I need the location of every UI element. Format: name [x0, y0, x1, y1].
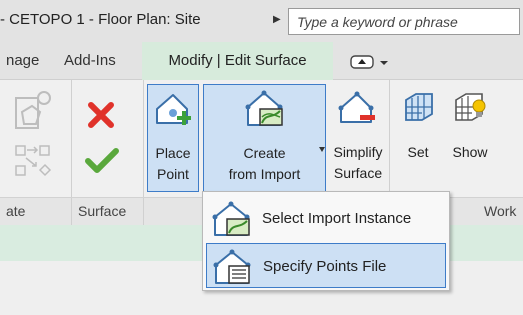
create-from-import-label-2: from Import — [228, 166, 301, 182]
panel-separator — [143, 80, 144, 197]
place-point-button[interactable]: Place Point — [147, 84, 199, 192]
create-from-import-button[interactable]: Create from Import — [203, 84, 326, 192]
panel-label-create: ate — [6, 203, 26, 219]
tab-modify-edit-surface[interactable]: Modify | Edit Surface — [142, 42, 333, 80]
panel-separator — [389, 80, 390, 197]
set-grid-icon — [405, 93, 433, 121]
disabled-tool-icon — [15, 91, 52, 177]
select-import-icon — [212, 201, 250, 236]
menu-item-specify-points-file[interactable]: Specify Points File — [206, 243, 446, 288]
create-from-import-menu: Select Import Instance Specify Points Fi… — [202, 191, 450, 291]
menu-item-select-import-instance[interactable]: Select Import Instance — [206, 196, 446, 241]
panel-separator — [71, 80, 72, 197]
window-title: - CETOPO 1 - Floor Plan: Site — [0, 11, 201, 28]
set-label: Set — [407, 144, 429, 160]
finish-edit-button[interactable] — [84, 146, 120, 176]
tab-add-ins[interactable]: Add-Ins — [64, 42, 116, 80]
simplify-surface-label-2: Surface — [333, 165, 383, 181]
panel-toggle-icon — [350, 55, 388, 69]
set-workplane-button[interactable]: Set — [394, 84, 442, 192]
panel-separator — [71, 198, 72, 225]
caret-right-icon[interactable]: ▶ — [273, 14, 281, 25]
search-input[interactable] — [289, 9, 519, 34]
simplify-surface-icon — [338, 91, 375, 123]
place-point-icon — [156, 94, 191, 125]
create-from-import-label-1: Create — [243, 145, 286, 161]
menu-item-label: Specify Points File — [263, 258, 387, 275]
panel-label-surface: Surface — [78, 203, 127, 219]
search-field[interactable] — [288, 8, 520, 35]
ribbon-panel: Place Point Create from Import Simplify … — [0, 80, 523, 197]
ribbon-tabs: nage Add-Ins Modify | Edit Surface — [0, 42, 523, 80]
cancel-edit-button[interactable] — [84, 98, 118, 132]
place-point-label-2: Point — [157, 166, 189, 182]
place-point-label-1: Place — [155, 145, 191, 161]
cancel-x-icon — [88, 102, 114, 128]
show-workplane-button[interactable]: Show — [444, 84, 496, 192]
show-grid-icon — [455, 93, 486, 121]
panel-toggle-button[interactable] — [345, 52, 395, 72]
show-label: Show — [452, 144, 488, 160]
tab-manage[interactable]: nage — [6, 42, 39, 80]
points-file-icon — [213, 249, 251, 284]
create-from-import-icon — [245, 90, 283, 126]
disabled-tools — [10, 86, 56, 186]
menu-item-label: Select Import Instance — [262, 210, 412, 227]
title-bar: - CETOPO 1 - Floor Plan: Site ▶ — [0, 0, 523, 42]
simplify-surface-button[interactable]: Simplify Surface — [329, 84, 387, 192]
panel-label-work-plane: Work — [484, 203, 517, 219]
finish-checkmark-icon — [85, 148, 119, 173]
dropdown-arrow-icon — [319, 147, 325, 152]
simplify-surface-label-1: Simplify — [333, 144, 383, 160]
panel-separator — [143, 198, 144, 225]
